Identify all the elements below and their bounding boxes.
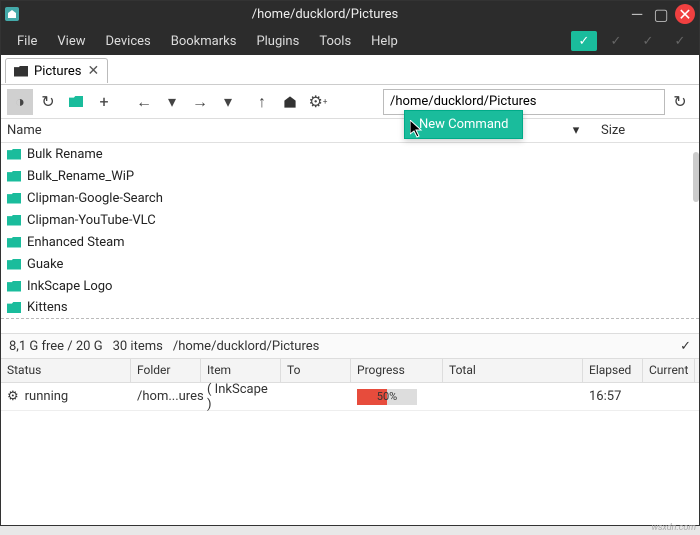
window-close-button[interactable]: ✕ xyxy=(675,4,695,24)
task-status: ⚙ running xyxy=(1,389,131,404)
column-size[interactable]: Size xyxy=(591,123,625,138)
nav-forward-dropdown[interactable]: ▾ xyxy=(215,89,241,115)
task-row[interactable]: ⚙ running /hom...ures ( InkScape ) 50% 1… xyxy=(1,383,699,411)
open-folder-button[interactable] xyxy=(63,89,89,115)
reload-button[interactable]: ↻ xyxy=(35,89,61,115)
menubar: File View Devices Bookmarks Plugins Tool… xyxy=(1,27,699,55)
menu-devices[interactable]: Devices xyxy=(96,30,161,53)
task-item: ( InkScape ) xyxy=(201,382,281,412)
gear-icon: ⚙ xyxy=(7,389,19,404)
toolbar: ◑ ↻ + ← ▾ → ▾ ↑ ⚙+ ↻ xyxy=(1,85,699,119)
check-4-icon[interactable]: ✓ xyxy=(667,31,693,51)
folder-icon xyxy=(7,302,21,313)
folder-icon xyxy=(7,149,21,160)
add-button[interactable]: + xyxy=(91,89,117,115)
tabbar: Pictures ✕ xyxy=(1,55,699,85)
th-folder[interactable]: Folder xyxy=(131,359,201,382)
progress-bar: 50% xyxy=(357,389,417,405)
th-item[interactable]: Item xyxy=(201,359,281,382)
nav-back-button[interactable]: ← xyxy=(131,89,157,115)
nav-forward-button[interactable]: → xyxy=(187,89,213,115)
th-status[interactable]: Status xyxy=(1,359,131,382)
column-headers: Name ▾ Size xyxy=(1,119,699,143)
menu-view[interactable]: View xyxy=(47,30,95,53)
menu-help[interactable]: Help xyxy=(361,30,408,53)
list-item[interactable]: Clipman-YouTube-VLC xyxy=(1,209,699,231)
status-items: 30 items xyxy=(113,339,163,354)
list-item[interactable]: InkScape Logo xyxy=(1,275,699,297)
settings-button[interactable]: ⚙+ xyxy=(305,89,331,115)
status-free: 8,1 G free / 20 G xyxy=(9,339,103,354)
list-item[interactable]: Bulk_Rename_WiP xyxy=(1,165,699,187)
file-list: Bulk Rename Bulk_Rename_WiP Clipman-Goog… xyxy=(1,143,699,333)
folder-icon xyxy=(7,215,21,226)
window-minimize-button[interactable]: — xyxy=(627,4,647,24)
check-2-icon[interactable]: ✓ xyxy=(603,31,629,51)
task-elapsed: 16:57 xyxy=(583,389,643,404)
sort-indicator-icon[interactable]: ▾ xyxy=(561,123,591,138)
statusbar: 8,1 G free / 20 G 30 items /home/ducklor… xyxy=(1,333,699,359)
nav-up-button[interactable]: ↑ xyxy=(249,89,275,115)
check-1-icon[interactable]: ✓ xyxy=(571,31,597,51)
folder-icon xyxy=(7,193,21,204)
watermark: wsxdn.com xyxy=(651,523,696,533)
menu-tools[interactable]: Tools xyxy=(309,30,361,53)
folder-icon xyxy=(7,237,21,248)
scrollbar[interactable] xyxy=(693,152,699,202)
refresh-button[interactable]: ↻ xyxy=(667,89,693,115)
nav-home-button[interactable] xyxy=(277,89,303,115)
tasks-header: Status Folder Item To Progress Total Ela… xyxy=(1,359,699,383)
th-elapsed[interactable]: Elapsed xyxy=(583,359,643,382)
folder-icon xyxy=(14,66,28,77)
menu-file[interactable]: File xyxy=(7,30,47,53)
menu-plugins[interactable]: Plugins xyxy=(246,30,309,53)
window-maximize-button[interactable]: ▢ xyxy=(651,4,671,24)
app-icon xyxy=(5,7,19,21)
nav-back-dropdown[interactable]: ▾ xyxy=(159,89,185,115)
titlebar: /home/ducklord/Pictures — ▢ ✕ xyxy=(1,1,699,27)
window-title: /home/ducklord/Pictures xyxy=(27,7,623,22)
th-to[interactable]: To xyxy=(281,359,351,382)
list-item[interactable]: Enhanced Steam xyxy=(1,231,699,253)
folder-icon xyxy=(7,281,21,292)
menu-bookmarks[interactable]: Bookmarks xyxy=(161,30,247,53)
tab-pictures[interactable]: Pictures ✕ xyxy=(5,58,108,83)
check-3-icon[interactable]: ✓ xyxy=(635,31,661,51)
cursor-icon xyxy=(410,120,426,140)
folder-icon xyxy=(7,171,21,182)
task-area xyxy=(1,411,699,525)
th-current[interactable]: Current xyxy=(643,359,695,382)
list-item[interactable]: Bulk Rename xyxy=(1,143,699,165)
toggle-sidebar-button[interactable]: ◑ xyxy=(7,89,33,115)
status-check-icon: ✓ xyxy=(680,339,691,354)
th-progress[interactable]: Progress xyxy=(351,359,443,382)
list-item[interactable]: Guake xyxy=(1,253,699,275)
status-path: /home/ducklord/Pictures xyxy=(173,339,320,354)
task-progress: 50% xyxy=(351,389,443,405)
tab-close-icon[interactable]: ✕ xyxy=(87,63,99,79)
list-item[interactable]: Kittens xyxy=(1,297,699,319)
th-total[interactable]: Total xyxy=(443,359,583,382)
list-item[interactable]: Clipman-Google-Search xyxy=(1,187,699,209)
folder-icon xyxy=(7,259,21,270)
task-folder: /hom...ures xyxy=(131,389,201,404)
tab-label: Pictures xyxy=(34,64,81,79)
